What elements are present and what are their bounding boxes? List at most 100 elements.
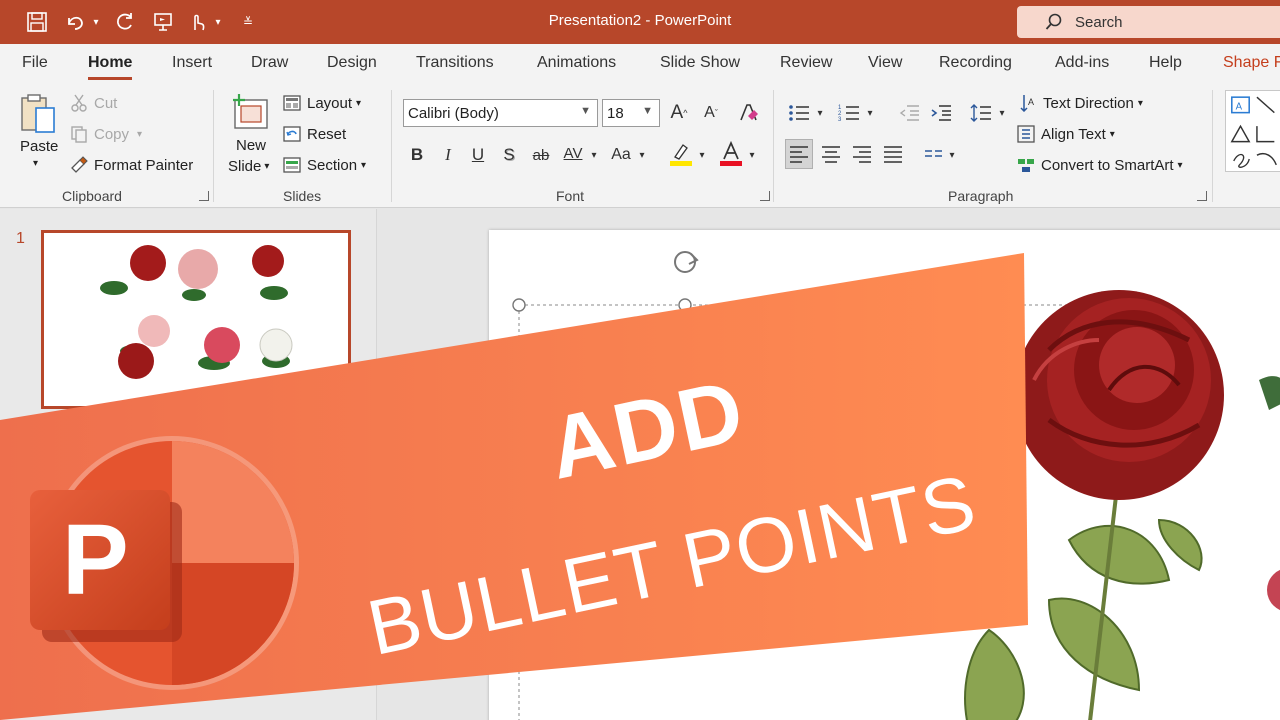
spacing-dropdown-icon[interactable]: ▾ [588, 142, 600, 168]
font-name-dropdown-icon[interactable]: ▼ [580, 105, 591, 117]
tab-slide-show[interactable]: Slide Show [660, 54, 740, 72]
font-size-dropdown-icon[interactable]: ▼ [642, 105, 653, 117]
customize-qat-icon[interactable]: ≚ [240, 10, 256, 34]
font-size-value: 18 [607, 104, 624, 122]
tab-transitions[interactable]: Transitions [416, 54, 494, 72]
clipboard-launcher-icon[interactable] [199, 191, 209, 201]
tab-draw[interactable]: Draw [251, 54, 288, 72]
reset-button[interactable]: Reset [283, 125, 346, 143]
copy-icon [71, 126, 87, 143]
touch-dropdown-icon[interactable]: ▾ [212, 10, 224, 34]
paste-button[interactable]: Paste [20, 138, 58, 155]
format-painter-icon [71, 156, 88, 173]
slide-number: 1 [16, 230, 25, 247]
copy-dropdown-icon[interactable]: ▾ [137, 129, 142, 140]
clear-formatting-icon[interactable] [737, 100, 761, 126]
bold-button[interactable]: B [407, 142, 427, 168]
font-name-field[interactable]: Calibri (Body) ▼ [403, 99, 598, 127]
tab-recording[interactable]: Recording [939, 54, 1012, 72]
font-launcher-icon[interactable] [760, 191, 770, 201]
grow-font-label: A [670, 102, 684, 123]
search-label: Search [1075, 13, 1123, 31]
italic-button[interactable]: I [438, 142, 458, 168]
tab-help[interactable]: Help [1149, 54, 1182, 72]
paste-dropdown-icon[interactable]: ▾ [33, 158, 38, 169]
change-case-dropdown-icon[interactable]: ▾ [636, 142, 648, 168]
tab-home[interactable]: Home [88, 54, 133, 80]
tab-add-ins[interactable]: Add-ins [1055, 54, 1109, 72]
text-direction-button[interactable]: A Text Direction ▾ [1019, 94, 1143, 112]
shrink-font-button[interactable]: Aˇ [700, 100, 722, 126]
cut-button[interactable]: Cut [70, 94, 117, 112]
ribbon: Paste ▾ Cut Copy ▾ Format Painter Clipbo… [0, 84, 1280, 208]
font-color-icon[interactable] [718, 140, 744, 168]
copy-button[interactable]: Copy ▾ [70, 125, 142, 143]
tab-file[interactable]: File [22, 54, 48, 72]
paragraph-launcher-icon[interactable] [1197, 191, 1207, 201]
increase-indent-icon[interactable] [928, 100, 954, 126]
line-spacing-dropdown-icon[interactable]: ▾ [996, 100, 1008, 126]
decrease-indent-icon[interactable] [896, 100, 922, 126]
svg-text:3: 3 [838, 117, 842, 123]
search-box[interactable]: Search [1017, 6, 1280, 38]
undo-dropdown-icon[interactable]: ▾ [90, 10, 102, 34]
slide-rose-image [512, 251, 1280, 720]
numbering-dropdown-icon[interactable]: ▾ [864, 100, 876, 126]
layout-button[interactable]: Layout ▾ [283, 94, 361, 112]
undo-icon[interactable] [62, 10, 88, 34]
change-case-button[interactable]: Aa [608, 142, 634, 168]
svg-text:A: A [1236, 102, 1243, 113]
highlight-dropdown-icon[interactable]: ▾ [696, 142, 708, 168]
tab-view[interactable]: View [868, 54, 902, 72]
tab-shape-format[interactable]: Shape F [1223, 54, 1280, 72]
new-slide-button[interactable]: Slide ▾ [228, 158, 269, 175]
underline-button[interactable]: U [468, 142, 488, 168]
tab-review[interactable]: Review [780, 54, 832, 72]
section-button[interactable]: Section ▾ [283, 156, 366, 174]
align-right-icon[interactable] [849, 140, 875, 168]
new-slide-label-1[interactable]: New [236, 137, 266, 154]
strikethrough-button[interactable]: ab [528, 142, 554, 168]
shapes-gallery[interactable]: A [1225, 90, 1280, 172]
format-painter-button[interactable]: Format Painter [70, 156, 193, 174]
columns-icon[interactable] [920, 140, 946, 168]
slide-thumbnail[interactable] [41, 230, 351, 409]
align-center-icon[interactable] [818, 140, 844, 168]
present-icon[interactable] [150, 10, 176, 34]
tab-insert[interactable]: Insert [172, 54, 212, 72]
text-shadow-button[interactable]: S [499, 142, 519, 168]
slide-canvas[interactable] [489, 230, 1280, 720]
new-slide-icon[interactable] [231, 92, 271, 132]
ribbon-divider [1212, 90, 1213, 202]
align-text-button[interactable]: Align Text ▾ [1017, 125, 1115, 143]
line-spacing-icon[interactable] [968, 100, 994, 126]
text-direction-label: Text Direction [1043, 94, 1134, 112]
save-icon[interactable] [24, 10, 50, 34]
ribbon-divider [391, 90, 392, 202]
tab-animations[interactable]: Animations [537, 54, 616, 72]
shrink-font-label: A [704, 104, 715, 121]
align-text-label: Align Text [1041, 125, 1106, 143]
align-text-dropdown-icon: ▾ [1109, 128, 1115, 140]
paste-icon[interactable] [18, 92, 62, 136]
justify-icon[interactable] [880, 140, 906, 168]
align-left-icon[interactable] [785, 139, 813, 169]
text-direction-dropdown-icon: ▾ [1137, 97, 1143, 109]
font-color-dropdown-icon[interactable]: ▾ [746, 142, 758, 168]
character-spacing-button[interactable]: AV [560, 140, 586, 166]
reset-label: Reset [307, 125, 347, 143]
convert-dropdown-icon: ▾ [1177, 159, 1183, 171]
columns-dropdown-icon[interactable]: ▾ [946, 142, 958, 168]
numbering-icon[interactable]: 123 [836, 100, 862, 126]
grow-font-button[interactable]: A ^ [668, 100, 690, 126]
convert-smartart-button[interactable]: Convert to SmartArt ▾ [1017, 156, 1183, 174]
bullets-icon[interactable] [786, 100, 812, 126]
touch-mode-icon[interactable] [184, 10, 210, 34]
font-size-field[interactable]: 18 ▼ [602, 99, 660, 127]
highlight-icon[interactable] [668, 140, 694, 168]
tab-design[interactable]: Design [327, 54, 377, 72]
font-name-value: Calibri (Body) [408, 104, 499, 122]
redo-icon[interactable] [112, 10, 138, 34]
ribbon-divider [773, 90, 774, 202]
bullets-dropdown-icon[interactable]: ▾ [814, 100, 826, 126]
